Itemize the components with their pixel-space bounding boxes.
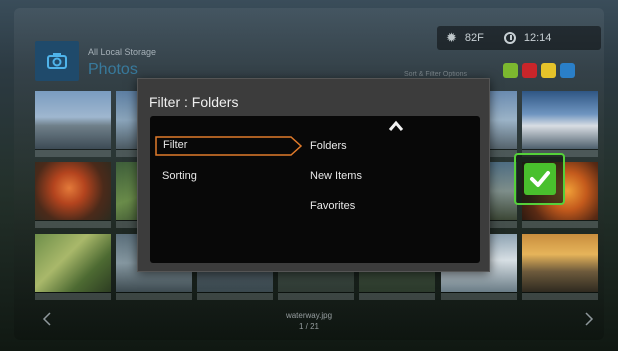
option-folders[interactable]: Folders (310, 140, 347, 152)
temperature-readout: 82F (464, 32, 484, 44)
checkmark-icon (523, 163, 556, 195)
yellow-key-button[interactable] (541, 63, 556, 78)
menu-item-label: Filter (163, 139, 188, 151)
option-favorites[interactable]: Favorites (310, 200, 355, 212)
media-browser-screen: All Local Storage Photos ✹ 82F 12:14 Sor… (0, 0, 618, 351)
time-readout: 12:14 (523, 32, 552, 44)
sun-icon: ✹ (446, 30, 457, 45)
photo-thumbnail[interactable] (522, 234, 598, 300)
chevron-up-icon[interactable] (388, 120, 404, 132)
source-label: All Local Storage (88, 47, 157, 57)
clock-icon (503, 32, 516, 44)
file-counter: 1 / 21 (298, 322, 319, 331)
camera-icon (35, 41, 79, 81)
menu-item-label: Sorting (162, 170, 197, 182)
menu-item-sorting[interactable]: Sorting (162, 170, 197, 182)
confirm-button[interactable] (514, 153, 565, 205)
dialog-title: Filter : Folders (149, 94, 239, 110)
filter-dialog: Filter : Folders Filter Sorting Folders … (137, 78, 490, 272)
status-bar: ✹ 82F 12:14 (437, 26, 601, 50)
photo-thumbnail[interactable] (35, 234, 111, 300)
source-title: Photos (88, 61, 138, 78)
blue-key-button[interactable] (560, 63, 575, 78)
sort-hint: Sort & Filter Options (404, 71, 468, 78)
menu-item-filter[interactable]: Filter (155, 136, 303, 156)
dialog-panel: Filter Sorting Folders New Items Favorit… (150, 116, 480, 263)
color-key-buttons (503, 63, 575, 78)
red-key-button[interactable] (522, 63, 537, 78)
photo-thumbnail[interactable] (522, 91, 598, 157)
photo-thumbnail[interactable] (35, 91, 111, 157)
green-key-button[interactable] (503, 63, 518, 78)
current-file-name: waterway.jpg (285, 311, 333, 320)
photo-thumbnail[interactable] (35, 162, 111, 228)
option-new-items[interactable]: New Items (310, 170, 362, 182)
